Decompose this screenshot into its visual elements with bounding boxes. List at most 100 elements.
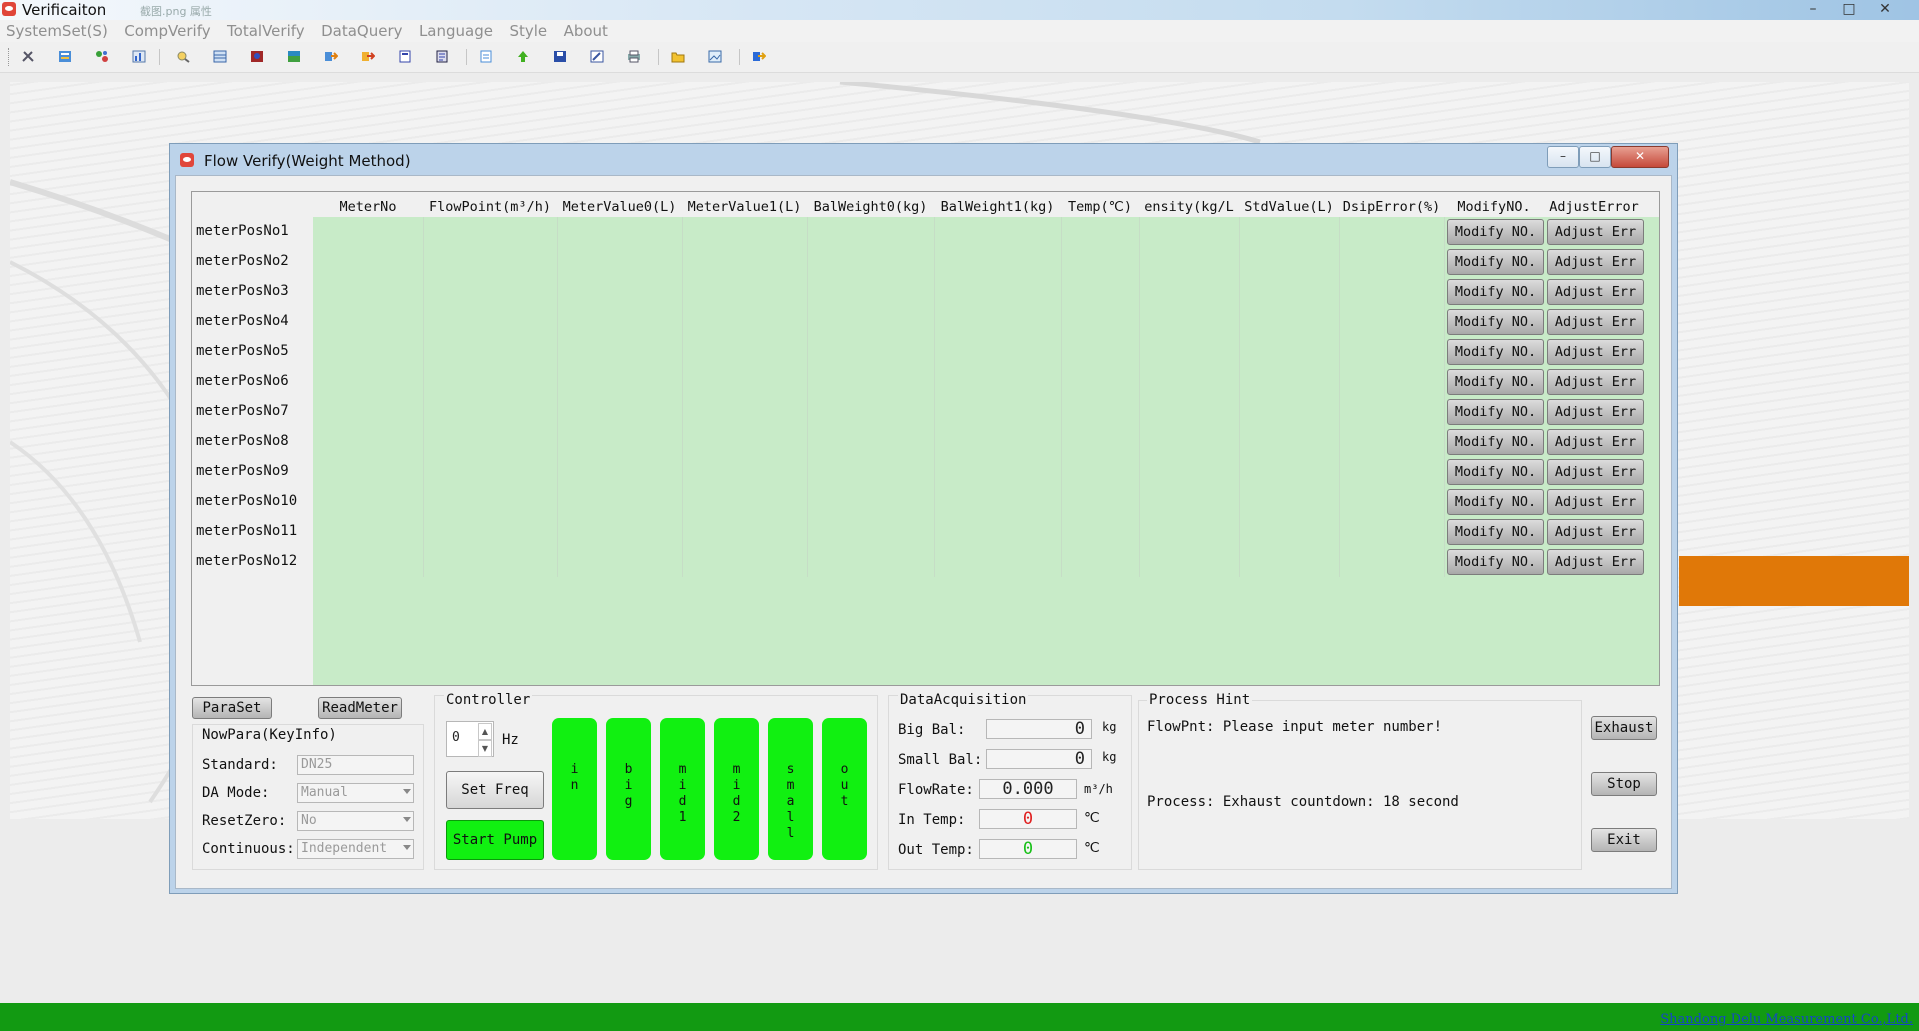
dialog-close-button[interactable]: ✕ xyxy=(1611,146,1669,168)
window-close-button[interactable]: ✕ xyxy=(1867,0,1903,18)
edit-icon[interactable] xyxy=(590,50,604,63)
search-icon[interactable] xyxy=(176,50,190,63)
adjust-err-button[interactable]: Adjust Err xyxy=(1547,369,1644,395)
standard-field[interactable]: DN25 xyxy=(297,755,414,775)
col-header-meterno[interactable]: MeterNo xyxy=(313,196,423,218)
modify-no-button[interactable]: Modify NO. xyxy=(1447,279,1544,305)
modify-no-button[interactable]: Modify NO. xyxy=(1447,429,1544,455)
spin-up-icon[interactable]: ▲ xyxy=(478,723,492,740)
col-header-density[interactable]: ensity(kg/L xyxy=(1139,196,1239,218)
valve-mid2-button[interactable]: mid2 xyxy=(714,718,759,860)
modify-no-button[interactable]: Modify NO. xyxy=(1447,339,1544,365)
report-icon[interactable] xyxy=(435,50,449,63)
printer-icon[interactable] xyxy=(627,50,641,63)
menu-style[interactable]: Style xyxy=(503,20,553,42)
valve-in-button[interactable]: in xyxy=(552,718,597,860)
stop-button[interactable]: Stop xyxy=(1591,772,1657,796)
valve-mid1-button[interactable]: mid1 xyxy=(660,718,705,860)
adjust-err-button[interactable]: Adjust Err xyxy=(1547,549,1644,575)
adjust-err-button[interactable]: Adjust Err xyxy=(1547,279,1644,305)
table-row: meterPosNo8 Modify NO. Adjust Err xyxy=(192,427,1659,457)
col-header-temp[interactable]: Temp(℃) xyxy=(1061,196,1139,218)
valve-big-button[interactable]: big xyxy=(606,718,651,860)
folder-icon[interactable] xyxy=(671,50,685,63)
modify-no-button[interactable]: Modify NO. xyxy=(1447,489,1544,515)
arrows-icon[interactable] xyxy=(361,50,375,63)
menu-about[interactable]: About xyxy=(558,20,614,42)
col-header-stdvalue[interactable]: StdValue(L) xyxy=(1239,196,1339,218)
flowrate-display: 0.000 xyxy=(979,779,1077,799)
adjust-err-button[interactable]: Adjust Err xyxy=(1547,519,1644,545)
col-header-balweight0[interactable]: BalWeight0(kg) xyxy=(807,196,934,218)
menu-systemset[interactable]: SystemSet(S) xyxy=(0,20,114,42)
grid-icon[interactable] xyxy=(58,50,72,63)
set-freq-button[interactable]: Set Freq xyxy=(446,771,544,809)
damode-select[interactable]: Manual xyxy=(297,783,414,803)
adjust-err-button[interactable]: Adjust Err xyxy=(1547,249,1644,275)
adjust-err-button[interactable]: Adjust Err xyxy=(1547,459,1644,485)
tools-icon[interactable] xyxy=(21,50,35,63)
adjust-err-button[interactable]: Adjust Err xyxy=(1547,219,1644,245)
modify-no-button[interactable]: Modify NO. xyxy=(1447,459,1544,485)
modify-no-button[interactable]: Modify NO. xyxy=(1447,219,1544,245)
row-label: meterPosNo12 xyxy=(196,553,298,569)
modify-no-button[interactable]: Modify NO. xyxy=(1447,519,1544,545)
col-header-adjusterror[interactable]: AdjustError xyxy=(1544,196,1644,218)
modify-no-button[interactable]: Modify NO. xyxy=(1447,309,1544,335)
document-icon[interactable] xyxy=(398,50,412,63)
start-pump-button[interactable]: Start Pump xyxy=(446,820,544,860)
paraset-button[interactable]: ParaSet xyxy=(192,697,272,719)
page-icon[interactable] xyxy=(479,50,493,63)
modify-no-button[interactable]: Modify NO. xyxy=(1447,399,1544,425)
menu-compverify[interactable]: CompVerify xyxy=(118,20,216,42)
image-icon[interactable] xyxy=(250,50,264,63)
exhaust-button[interactable]: Exhaust xyxy=(1591,716,1657,740)
arrow-right-icon[interactable] xyxy=(324,50,338,63)
col-header-flowpoint[interactable]: FlowPoint(m³/h) xyxy=(423,196,557,218)
dialog-maximize-button[interactable]: □ xyxy=(1579,146,1611,168)
modify-no-button[interactable]: Modify NO. xyxy=(1447,369,1544,395)
modify-no-button[interactable]: Modify NO. xyxy=(1447,249,1544,275)
resetzero-select[interactable]: No xyxy=(297,811,414,831)
picture-icon[interactable] xyxy=(708,50,722,63)
menu-totalverify[interactable]: TotalVerify xyxy=(221,20,311,42)
valve-out-button[interactable]: out xyxy=(822,718,867,860)
export-icon[interactable] xyxy=(752,50,766,63)
table-icon[interactable] xyxy=(213,50,227,63)
standard-label: Standard: xyxy=(202,757,278,773)
freq-spinbox[interactable]: 0 ▲ ▼ xyxy=(446,721,494,757)
col-header-dsiperror[interactable]: DsipError(%) xyxy=(1339,196,1444,218)
row-label: meterPosNo7 xyxy=(196,403,289,419)
adjust-err-button[interactable]: Adjust Err xyxy=(1547,489,1644,515)
company-link[interactable]: Shandong Delu Measurement Co.,Ltd. xyxy=(1660,1012,1913,1027)
col-header-modifyno[interactable]: ModifyNO. xyxy=(1444,196,1544,218)
save-icon[interactable] xyxy=(553,50,567,63)
window-minimize-button[interactable]: – xyxy=(1795,0,1831,18)
upload-icon[interactable] xyxy=(516,50,530,63)
adjust-err-button[interactable]: Adjust Err xyxy=(1547,429,1644,455)
statusbar: Shandong Delu Measurement Co.,Ltd. xyxy=(0,1003,1919,1031)
spin-down-icon[interactable]: ▼ xyxy=(478,740,492,757)
table-row: meterPosNo11 Modify NO. Adjust Err xyxy=(192,517,1659,547)
exit-button[interactable]: Exit xyxy=(1591,828,1657,852)
in-temp-display: 0 xyxy=(979,809,1077,829)
adjust-err-button[interactable]: Adjust Err xyxy=(1547,309,1644,335)
toolbar-separator xyxy=(159,49,160,65)
background-orange-strip xyxy=(1679,556,1909,606)
modify-no-button[interactable]: Modify NO. xyxy=(1447,549,1544,575)
network-icon[interactable] xyxy=(95,50,109,63)
valve-small-button[interactable]: small xyxy=(768,718,813,860)
menu-language[interactable]: Language xyxy=(413,20,499,42)
window-maximize-button[interactable]: □ xyxy=(1831,0,1867,18)
continuous-select[interactable]: Independent xyxy=(297,839,414,859)
col-header-balweight1[interactable]: BalWeight1(kg) xyxy=(934,196,1061,218)
col-header-metervalue1[interactable]: MeterValue1(L) xyxy=(682,196,807,218)
dialog-minimize-button[interactable]: – xyxy=(1547,146,1579,168)
menu-dataquery[interactable]: DataQuery xyxy=(315,20,408,42)
database-icon[interactable] xyxy=(287,50,301,63)
chart-icon[interactable] xyxy=(132,50,146,63)
adjust-err-button[interactable]: Adjust Err xyxy=(1547,339,1644,365)
adjust-err-button[interactable]: Adjust Err xyxy=(1547,399,1644,425)
readmeter-button[interactable]: ReadMeter xyxy=(318,697,402,719)
col-header-metervalue0[interactable]: MeterValue0(L) xyxy=(557,196,682,218)
